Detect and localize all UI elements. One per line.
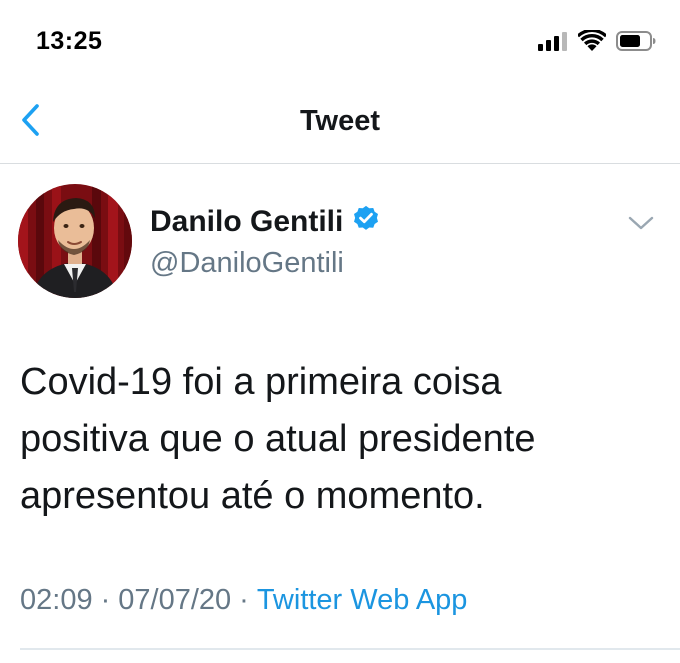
author-name-row: Danilo Gentili [150, 204, 381, 239]
tweet-detail: Danilo Gentili @DaniloGentili Covid-19 f… [0, 164, 680, 663]
page-title: Tweet [299, 105, 381, 137]
divider [20, 648, 680, 650]
author-handle[interactable]: @DaniloGentili [150, 247, 381, 280]
meta-separator: · [239, 584, 249, 616]
battery-icon [616, 30, 656, 56]
tweet-text-line: apresentou até o momento. [20, 475, 485, 517]
verified-badge-icon [351, 204, 381, 239]
tweet-date: 07/07/20 [118, 584, 232, 616]
tweet-text: Covid-19 foi a primeira coisa positiva q… [20, 354, 660, 525]
status-bar: 13:25 [0, 0, 680, 80]
tweet-metadata: 02:09 · 07/07/20 · Twitter Web App [20, 584, 467, 617]
meta-separator: · [100, 584, 111, 616]
author-name[interactable]: Danilo Gentili [150, 205, 343, 239]
status-icons [538, 28, 656, 56]
wifi-icon [576, 28, 608, 56]
navigation-bar: Tweet [0, 80, 680, 164]
tweet-menu-button[interactable] [626, 212, 656, 234]
tweet-text-line: Covid-19 foi a primeira coisa [20, 361, 502, 403]
tweet-text-line: positiva que o atual presidente [20, 418, 536, 460]
chevron-down-icon [626, 216, 656, 238]
cellular-signal-icon [538, 31, 568, 56]
tweet-source-link[interactable]: Twitter Web App [257, 584, 468, 617]
status-time: 13:25 [36, 27, 103, 55]
tweet-time: 02:09 [20, 584, 93, 616]
author-info[interactable]: Danilo Gentili @DaniloGentili [150, 204, 381, 280]
author-avatar[interactable] [18, 184, 132, 298]
